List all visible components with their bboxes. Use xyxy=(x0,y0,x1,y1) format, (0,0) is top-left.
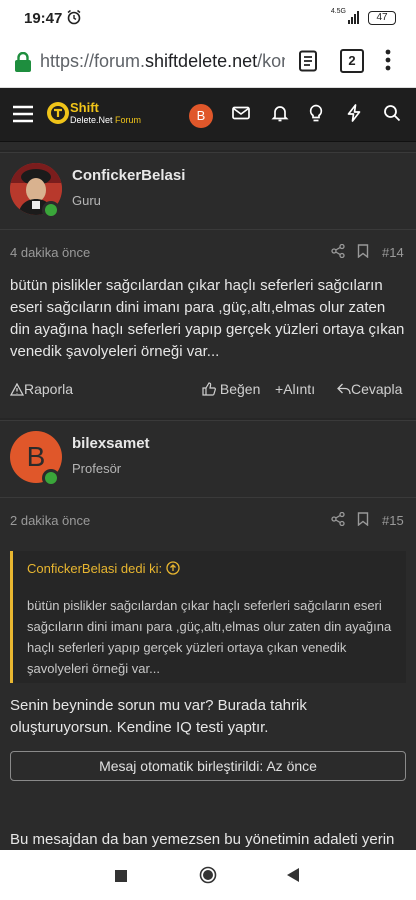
brand-name: Shift xyxy=(70,100,99,115)
hamburger-menu-icon[interactable] xyxy=(12,104,34,129)
clock: 19:47 xyxy=(24,10,63,27)
url-suffix: /kon xyxy=(257,51,285,71)
brand-delete: Delete xyxy=(70,115,97,125)
shiftdelete-logo-icon[interactable] xyxy=(46,101,70,130)
arrow-up-circle-icon xyxy=(166,561,180,575)
online-indicator-icon xyxy=(42,201,60,219)
like-label: Beğen xyxy=(219,381,261,397)
post-number[interactable]: #15 xyxy=(382,513,404,528)
bookmark-icon[interactable] xyxy=(357,512,369,529)
post-username[interactable]: ConfickerBelasi xyxy=(72,167,185,184)
bookmark-icon[interactable] xyxy=(357,244,369,261)
reader-mode-icon[interactable] xyxy=(298,50,318,77)
share-icon[interactable] xyxy=(331,243,345,261)
like-button[interactable]: Beğen xyxy=(202,381,260,397)
post-body: bütün pislikler sağcılardan çıkar haçlı … xyxy=(10,277,405,360)
quote-text: bütün pislikler sağcılardan çıkar haçlı … xyxy=(27,598,392,676)
recents-icon[interactable] xyxy=(115,869,127,887)
reply-label: Cevapla xyxy=(351,381,403,397)
divider xyxy=(0,497,416,498)
browser-toolbar: https://forum.shiftdelete.net/kon 2 xyxy=(0,36,416,88)
quote-label: Alıntı xyxy=(283,381,316,397)
url-domain: shiftdelete.net xyxy=(145,51,258,71)
status-bar: 19:47 4.5G 47 xyxy=(0,0,416,36)
alarm-icon xyxy=(66,9,82,30)
previous-post-end xyxy=(0,142,416,150)
report-label: Raporla xyxy=(24,381,74,397)
post-time[interactable]: 4 dakika önce xyxy=(10,245,90,260)
quote-block: ConfickerBelasi dedi ki: bütün pislikler… xyxy=(10,551,406,683)
divider xyxy=(0,229,416,230)
report-button[interactable]: Raporla xyxy=(9,381,74,397)
forum-header: Shift Delete.Net Forum B xyxy=(0,88,416,142)
battery-icon: 47 xyxy=(368,11,396,25)
thread-content: ConfickerBelasi Guru 4 dakika önce #14 b… xyxy=(0,142,416,850)
home-icon[interactable] xyxy=(199,866,217,889)
lock-icon[interactable] xyxy=(14,51,32,77)
post-14: ConfickerBelasi Guru 4 dakika önce #14 b… xyxy=(0,152,416,418)
quote-author[interactable]: ConfickerBelasi dedi ki: xyxy=(27,561,180,576)
post-username[interactable]: bilexsamet xyxy=(72,435,150,452)
bell-icon[interactable] xyxy=(271,104,289,127)
reply-button[interactable]: Cevapla xyxy=(337,381,402,397)
user-title: Profesör xyxy=(72,461,122,476)
merged-notice: Mesaj otomatik birleştirildi: Az önce xyxy=(10,751,406,781)
user-title: Guru xyxy=(72,193,101,208)
post-15: B bilexsamet Profesör 2 dakika önce #15 … xyxy=(0,420,416,850)
network-type: 4.5G xyxy=(330,8,346,15)
brand-forum: Forum xyxy=(112,115,142,125)
search-icon[interactable] xyxy=(383,104,401,127)
brand-subtitle: Delete.Net Forum xyxy=(70,115,141,125)
post-body: Senin beyninde sorun mu var? Burada tahr… xyxy=(10,697,307,736)
post-time[interactable]: 2 dakika önce xyxy=(10,513,90,528)
back-icon[interactable] xyxy=(286,867,300,888)
quote-button[interactable]: +Alıntı xyxy=(275,381,315,397)
post-body-continued: Bu mesajdan da ban yemezsen bu yönetimin… xyxy=(10,831,395,848)
share-icon[interactable] xyxy=(331,511,345,529)
post-number[interactable]: #14 xyxy=(382,245,404,260)
more-menu-icon[interactable] xyxy=(385,49,391,76)
tab-switcher-button[interactable]: 2 xyxy=(340,49,364,73)
lightbulb-icon[interactable] xyxy=(307,104,325,127)
quote-author-label: ConfickerBelasi dedi ki: xyxy=(27,561,163,576)
online-indicator-icon xyxy=(42,469,60,487)
system-navigation-bar xyxy=(0,850,416,900)
url-prefix: https://forum. xyxy=(40,51,146,71)
account-avatar[interactable]: B xyxy=(189,104,213,128)
envelope-icon[interactable] xyxy=(232,104,250,127)
brand-net: .Net xyxy=(96,115,113,125)
signal-icon xyxy=(348,10,362,29)
lightning-icon[interactable] xyxy=(345,104,363,127)
address-bar[interactable]: https://forum.shiftdelete.net/kon xyxy=(40,51,285,72)
